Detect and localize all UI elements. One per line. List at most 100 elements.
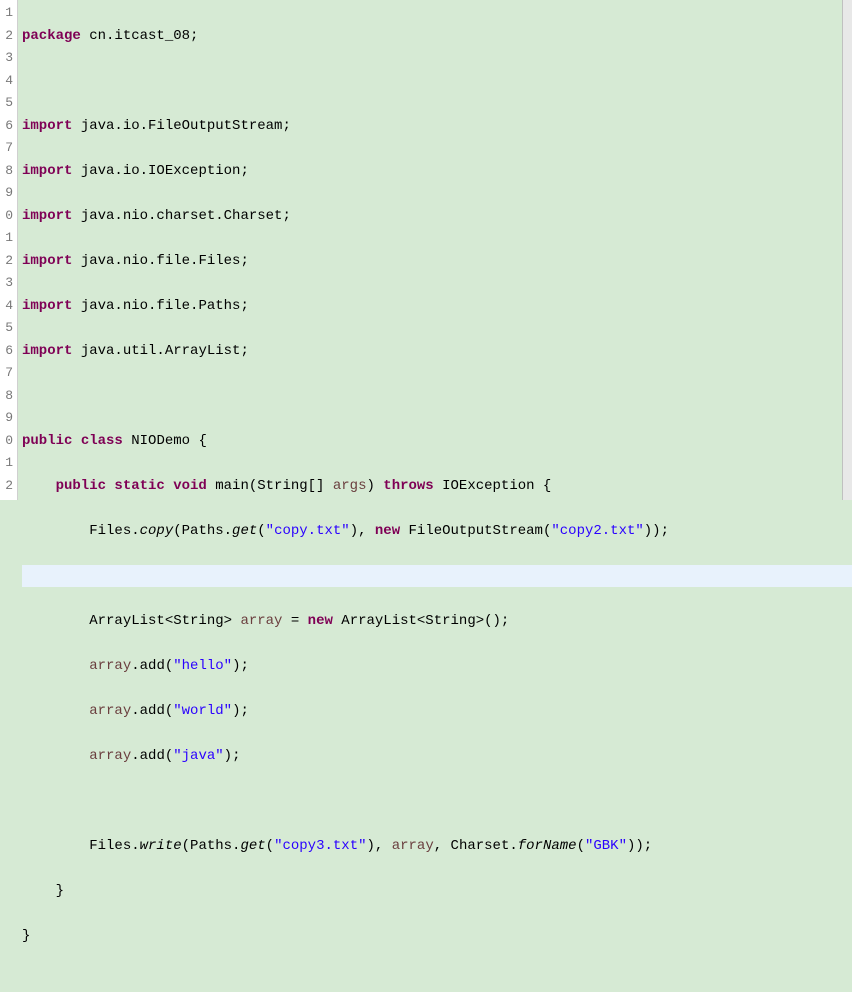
- line-number: 0: [2, 430, 13, 453]
- line-number: 4: [2, 295, 13, 318]
- keyword: static: [106, 478, 165, 494]
- code-line[interactable]: }: [22, 925, 852, 948]
- code-line[interactable]: import java.nio.file.Files;: [22, 250, 852, 273]
- code-text: .add(: [131, 703, 173, 719]
- keyword: new: [375, 523, 400, 539]
- code-text: }: [22, 883, 64, 899]
- code-line[interactable]: array.add("java");: [22, 745, 852, 768]
- code-text: ArrayList<String>();: [333, 613, 509, 629]
- code-line[interactable]: import java.nio.charset.Charset;: [22, 205, 852, 228]
- code-text: java.nio.file.Paths;: [72, 298, 248, 314]
- code-line[interactable]: public static void main(String[] args) t…: [22, 475, 852, 498]
- line-number: 7: [2, 362, 13, 385]
- keyword: void: [165, 478, 207, 494]
- code-text: }: [22, 928, 30, 944]
- keyword: import: [22, 298, 72, 314]
- keyword: import: [22, 118, 72, 134]
- line-number: 9: [2, 182, 13, 205]
- code-text: =: [282, 613, 307, 629]
- string-literal: "hello": [173, 658, 232, 674]
- code-line-current[interactable]: [22, 565, 852, 588]
- code-text: java.nio.file.Files;: [72, 253, 248, 269]
- code-text: java.io.IOException;: [72, 163, 248, 179]
- static-method: get: [240, 838, 265, 854]
- string-literal: "GBK": [585, 838, 627, 854]
- string-literal: "world": [173, 703, 232, 719]
- code-text: Files.: [22, 838, 140, 854]
- code-text: .add(: [131, 748, 173, 764]
- line-number: 3: [2, 272, 13, 295]
- code-text: .add(: [131, 658, 173, 674]
- keyword: import: [22, 343, 72, 359]
- code-text: java.io.FileOutputStream;: [72, 118, 290, 134]
- string-literal: "java": [173, 748, 223, 764]
- line-number: 6: [2, 340, 13, 363]
- code-text: (Paths.: [182, 838, 241, 854]
- code-line[interactable]: array.add("world");: [22, 700, 852, 723]
- code-line[interactable]: import java.io.IOException;: [22, 160, 852, 183]
- code-text: (Paths.: [173, 523, 232, 539]
- code-editor[interactable]: package cn.itcast_08; import java.io.Fil…: [18, 0, 852, 500]
- code-line[interactable]: [22, 70, 852, 93]
- code-text: ),: [350, 523, 375, 539]
- line-number: 5: [2, 317, 13, 340]
- code-text: ): [366, 478, 383, 494]
- parameter: args: [333, 478, 367, 494]
- line-number: 7: [2, 137, 13, 160]
- code-text: main(String[]: [207, 478, 333, 494]
- code-text: cn.itcast_08;: [81, 28, 199, 44]
- code-line[interactable]: Files.write(Paths.get("copy3.txt"), arra…: [22, 835, 852, 858]
- code-text: java.util.ArrayList;: [72, 343, 248, 359]
- code-text: [22, 703, 89, 719]
- line-number: 2: [2, 250, 13, 273]
- code-text: (: [257, 523, 265, 539]
- code-line[interactable]: Files.copy(Paths.get("copy.txt"), new Fi…: [22, 520, 852, 543]
- code-text: );: [232, 658, 249, 674]
- line-number: 1: [2, 2, 13, 25]
- code-line[interactable]: [22, 790, 852, 813]
- line-number: 1: [2, 452, 13, 475]
- line-number-gutter: 1 2 3 4 5 6 7 8 9 0 1 2 3 4 5 6 7 8 9 0 …: [0, 0, 18, 500]
- code-line[interactable]: import java.io.FileOutputStream;: [22, 115, 852, 138]
- static-method: get: [232, 523, 257, 539]
- variable: array: [240, 613, 282, 629]
- code-line[interactable]: package cn.itcast_08;: [22, 25, 852, 48]
- keyword: import: [22, 163, 72, 179]
- line-number: 8: [2, 385, 13, 408]
- keyword: throws: [383, 478, 433, 494]
- line-number: 8: [2, 160, 13, 183]
- code-line[interactable]: array.add("hello");: [22, 655, 852, 678]
- code-line[interactable]: [22, 385, 852, 408]
- variable: array: [89, 748, 131, 764]
- code-line[interactable]: }: [22, 880, 852, 903]
- code-text: ));: [627, 838, 652, 854]
- code-text: IOException {: [434, 478, 552, 494]
- keyword: public: [22, 433, 72, 449]
- static-method: copy: [140, 523, 174, 539]
- code-text: [22, 748, 89, 764]
- code-text: NIODemo {: [123, 433, 207, 449]
- line-number: 9: [2, 407, 13, 430]
- line-number: 5: [2, 92, 13, 115]
- code-line[interactable]: ArrayList<String> array = new ArrayList<…: [22, 610, 852, 633]
- line-number: 4: [2, 70, 13, 93]
- code-line[interactable]: import java.nio.file.Paths;: [22, 295, 852, 318]
- code-line[interactable]: public class NIODemo {: [22, 430, 852, 453]
- code-text: ),: [367, 838, 392, 854]
- line-number: 3: [2, 47, 13, 70]
- variable: array: [89, 703, 131, 719]
- code-text: ArrayList<String>: [22, 613, 240, 629]
- code-text: , Charset.: [434, 838, 518, 854]
- code-text: (: [577, 838, 585, 854]
- static-method: write: [140, 838, 182, 854]
- variable: array: [89, 658, 131, 674]
- code-text: [22, 658, 89, 674]
- code-text: );: [224, 748, 241, 764]
- line-number: 0: [2, 205, 13, 228]
- code-text: Files.: [22, 523, 140, 539]
- keyword: public: [22, 478, 106, 494]
- code-line[interactable]: import java.util.ArrayList;: [22, 340, 852, 363]
- keyword: import: [22, 208, 72, 224]
- string-literal: "copy3.txt": [274, 838, 366, 854]
- overview-ruler: [842, 0, 852, 500]
